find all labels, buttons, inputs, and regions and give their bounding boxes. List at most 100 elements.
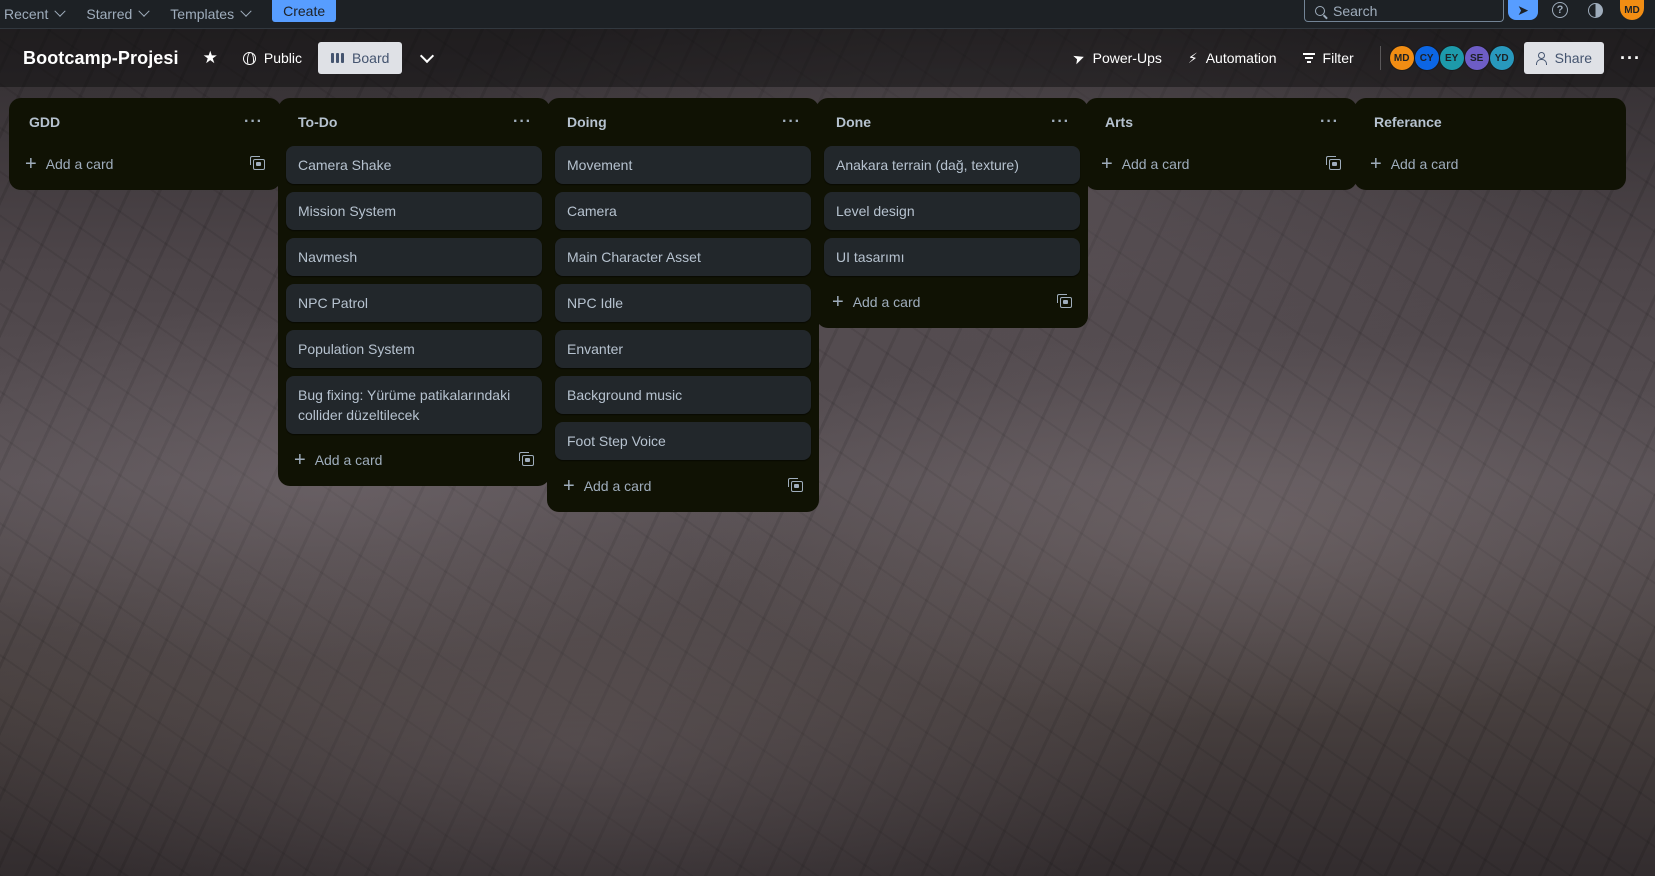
add-card-label: Add a card bbox=[583, 478, 652, 494]
card[interactable]: Camera Shake bbox=[286, 146, 542, 184]
add-card-button[interactable]: + Add a card bbox=[25, 154, 113, 174]
list-doing: Doing ··· Movement Camera Main Character Ass… bbox=[547, 98, 819, 512]
rocket-icon: ➤ bbox=[1070, 48, 1087, 68]
board-icon bbox=[331, 53, 345, 63]
card-list: Anakara terrain (dağ, texture) Level desi… bbox=[824, 146, 1080, 276]
member-avatar[interactable]: SE bbox=[1464, 46, 1489, 70]
card[interactable]: Main Character Asset bbox=[555, 238, 811, 276]
board-view-label: Board bbox=[352, 50, 390, 66]
card[interactable]: Level design bbox=[824, 192, 1080, 230]
list-footer: + Add a card bbox=[824, 284, 1080, 320]
recent-dropdown[interactable]: Recent bbox=[0, 3, 68, 25]
list-footer: + Add a card bbox=[1362, 146, 1618, 182]
add-card-button[interactable]: + Add a card bbox=[1101, 154, 1189, 174]
chevron-down-icon bbox=[54, 5, 67, 17]
power-ups-label: Power-Ups bbox=[1092, 50, 1162, 66]
plus-icon: + bbox=[294, 449, 306, 471]
notifications-button[interactable]: ➤ bbox=[1508, 0, 1538, 20]
card-template-icon[interactable] bbox=[519, 451, 534, 466]
card[interactable]: Bug fixing: Yürüme patikalarındaki colli… bbox=[286, 376, 542, 434]
member-avatar[interactable]: CY bbox=[1414, 46, 1439, 70]
automation-button[interactable]: ⚡ Automation bbox=[1188, 50, 1277, 67]
search-input[interactable]: Search bbox=[1304, 0, 1504, 22]
member-avatars: MD CY EY SE YD bbox=[1379, 46, 1514, 70]
star-icon[interactable]: ★ bbox=[203, 48, 218, 68]
templates-dropdown[interactable]: Templates bbox=[166, 3, 254, 25]
share-label: Share bbox=[1554, 50, 1593, 66]
globe-icon bbox=[242, 51, 256, 65]
chevron-down-icon bbox=[138, 5, 150, 17]
list-title[interactable]: Done bbox=[836, 114, 871, 130]
card[interactable]: Population System bbox=[286, 330, 542, 368]
plus-icon: + bbox=[1101, 153, 1113, 175]
plus-icon: + bbox=[563, 475, 575, 497]
board-header-actions: ➤ Power-Ups ⚡ Automation Filter MD CY EY SE… bbox=[1070, 29, 1655, 87]
card[interactable]: Camera bbox=[555, 192, 811, 230]
add-card-button[interactable]: + Add a card bbox=[563, 476, 651, 496]
share-button[interactable]: Share bbox=[1523, 42, 1605, 74]
board-header: Bootcamp-Projesi ★ Public Board ➤ Power-… bbox=[0, 29, 1655, 87]
chevron-down-icon bbox=[240, 5, 252, 17]
card[interactable]: NPC Patrol bbox=[286, 284, 542, 322]
card[interactable]: Mission System bbox=[286, 192, 542, 230]
list-arts: Arts ··· + Add a card bbox=[1085, 98, 1357, 190]
list-menu-icon[interactable]: ··· bbox=[507, 113, 538, 131]
list-header: To-Do ··· bbox=[286, 98, 542, 146]
add-card-button[interactable]: + Add a card bbox=[1370, 154, 1458, 174]
lightning-icon: ⚡ bbox=[1187, 49, 1198, 66]
more-icon[interactable]: ··· bbox=[1620, 48, 1641, 69]
member-avatar[interactable]: MD bbox=[1389, 46, 1414, 70]
card-list: Camera Shake Mission System Navmesh NPC Pat… bbox=[286, 146, 542, 434]
list-menu-icon[interactable]: ··· bbox=[238, 113, 269, 131]
add-card-button[interactable]: + Add a card bbox=[832, 292, 920, 312]
card-template-icon[interactable] bbox=[1057, 293, 1072, 308]
list-header: Done ··· bbox=[824, 98, 1080, 146]
member-avatar[interactable]: EY bbox=[1439, 46, 1464, 70]
card[interactable]: UI tasarımı bbox=[824, 238, 1080, 276]
help-icon: ? bbox=[1552, 2, 1568, 18]
member-avatar[interactable]: YD bbox=[1489, 46, 1514, 70]
list-menu-icon[interactable]: ··· bbox=[1045, 113, 1076, 131]
card[interactable]: Foot Step Voice bbox=[555, 422, 811, 460]
person-add-icon bbox=[1535, 52, 1548, 65]
card-template-icon[interactable] bbox=[1326, 155, 1341, 170]
starred-dropdown[interactable]: Starred bbox=[82, 3, 152, 25]
list-footer: + Add a card bbox=[17, 146, 273, 182]
board-title[interactable]: Bootcamp-Projesi bbox=[23, 48, 179, 69]
list-footer: + Add a card bbox=[286, 442, 542, 478]
list-title[interactable]: Doing bbox=[567, 114, 607, 130]
theme-icon bbox=[1587, 2, 1603, 18]
list-header: Doing ··· bbox=[555, 98, 811, 146]
card[interactable]: Envanter bbox=[555, 330, 811, 368]
list-header: Arts ··· bbox=[1093, 98, 1349, 146]
list-title[interactable]: To-Do bbox=[298, 114, 337, 130]
help-button[interactable]: ? bbox=[1550, 0, 1570, 20]
card[interactable]: Navmesh bbox=[286, 238, 542, 276]
add-card-button[interactable]: + Add a card bbox=[294, 450, 382, 470]
create-button[interactable]: Create bbox=[272, 0, 337, 22]
visibility-button[interactable]: Public bbox=[242, 50, 302, 66]
list-title[interactable]: Arts bbox=[1105, 114, 1133, 130]
board-view-button[interactable]: Board bbox=[318, 42, 403, 74]
card-template-icon[interactable] bbox=[788, 477, 803, 492]
list-menu-icon[interactable]: ··· bbox=[776, 113, 807, 131]
card[interactable]: Background music bbox=[555, 376, 811, 414]
list-menu-icon[interactable]: ··· bbox=[1314, 113, 1345, 131]
chevron-down-icon[interactable] bbox=[420, 48, 435, 63]
add-card-label: Add a card bbox=[1121, 156, 1190, 172]
card[interactable]: Movement bbox=[555, 146, 811, 184]
theme-button[interactable] bbox=[1585, 0, 1605, 20]
filter-label: Filter bbox=[1322, 50, 1354, 66]
power-ups-button[interactable]: ➤ Power-Ups bbox=[1070, 48, 1162, 68]
card-template-icon[interactable] bbox=[250, 155, 265, 170]
filter-button[interactable]: Filter bbox=[1302, 50, 1354, 66]
card[interactable]: NPC Idle bbox=[555, 284, 811, 322]
card[interactable]: Anakara terrain (dağ, texture) bbox=[824, 146, 1080, 184]
filter-icon bbox=[1302, 53, 1315, 63]
list-title[interactable]: Referance bbox=[1374, 114, 1442, 130]
plus-icon: + bbox=[25, 153, 37, 175]
add-card-label: Add a card bbox=[852, 294, 921, 310]
account-avatar[interactable]: MD bbox=[1620, 0, 1644, 20]
search-icon bbox=[1315, 5, 1325, 16]
list-title[interactable]: GDD bbox=[29, 114, 60, 130]
